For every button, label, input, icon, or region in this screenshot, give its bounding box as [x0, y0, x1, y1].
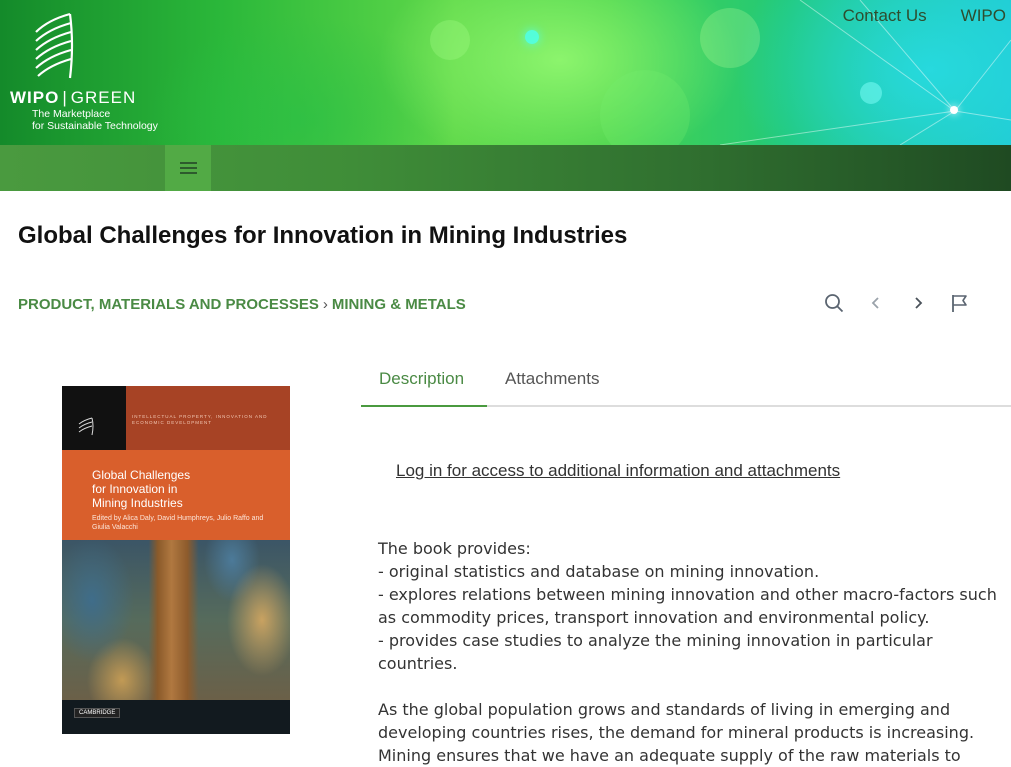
- chevron-left-icon: [871, 297, 879, 309]
- cover-publisher-block: [62, 386, 126, 450]
- description-line: - provides case studies to analyze the m…: [378, 631, 933, 673]
- tagline-line: The Marketplace: [32, 108, 111, 120]
- chevron-right-icon: [915, 297, 923, 309]
- chevron-right-icon: ›: [322, 296, 328, 313]
- description-text: The book provides: - original statistics…: [378, 537, 1008, 767]
- tab-attachments[interactable]: Attachments: [487, 356, 618, 403]
- content-tabs: Description Attachments: [361, 356, 1011, 407]
- next-button[interactable]: [907, 292, 929, 314]
- main-nav-bar: [0, 145, 1011, 191]
- breadcrumb-item-product-materials[interactable]: PRODUCT, MATERIALS AND PROCESSES: [18, 296, 319, 313]
- search-icon: [825, 294, 844, 313]
- wipo-link[interactable]: WIPO: [961, 6, 1006, 26]
- logo-tagline: The Marketplace for Sustainable Technolo…: [32, 108, 202, 132]
- cover-title-line: Mining Industries: [92, 496, 183, 510]
- tab-description[interactable]: Description: [361, 356, 487, 407]
- search-button[interactable]: [823, 292, 845, 314]
- description-line: The book provides:: [378, 539, 531, 558]
- cover-top-band: INTELLECTUAL PROPERTY, INNOVATION AND EC…: [62, 386, 290, 450]
- top-links: Contact Us WIPO: [843, 6, 1006, 26]
- login-link[interactable]: Log in for access to additional informat…: [396, 461, 840, 481]
- description-line: - original statistics and database on mi…: [378, 562, 820, 581]
- breadcrumb: PRODUCT, MATERIALS AND PROCESSES › MININ…: [18, 296, 466, 313]
- wipo-cover-logo-icon: [78, 417, 94, 436]
- tagline-line: for Sustainable Technology: [32, 120, 158, 132]
- toolbar: [823, 292, 971, 314]
- cover-mining-photo: [62, 540, 290, 700]
- cover-series-text: INTELLECTUAL PROPERTY, INNOVATION AND EC…: [132, 414, 268, 425]
- description-paragraph: As the global population grows and stand…: [378, 700, 975, 765]
- description-line: - explores relations between mining inno…: [378, 585, 997, 627]
- cover-bottom-band: CAMBRIDGE: [62, 700, 290, 734]
- cover-editors: Edited by Alica Daly, David Humphreys, J…: [92, 515, 264, 531]
- logo-wordmark: WIPO | GREEN: [10, 88, 137, 107]
- wipo-globe-icon: [35, 12, 74, 79]
- cover-title-line: for Innovation in: [92, 482, 178, 496]
- cover-title: Global Challenges for Innovation in Mini…: [92, 468, 272, 510]
- hamburger-icon: [179, 159, 197, 177]
- breadcrumb-item-mining-metals[interactable]: MINING & METALS: [332, 296, 466, 313]
- cover-publisher: CAMBRIDGE: [74, 708, 121, 718]
- previous-button[interactable]: [865, 292, 887, 314]
- page-title: Global Challenges for Innovation in Mini…: [18, 222, 628, 249]
- flag-icon: [952, 295, 967, 312]
- book-cover-image: INTELLECTUAL PROPERTY, INNOVATION AND EC…: [62, 386, 290, 734]
- menu-button[interactable]: [165, 145, 211, 191]
- flag-button[interactable]: [949, 292, 971, 314]
- header-banner: WIPO | GREEN The Marketplace for Sustainab…: [0, 0, 1011, 145]
- contact-us-link[interactable]: Contact Us: [843, 6, 927, 26]
- wipo-green-logo[interactable]: WIPO | GREEN The Marketplace for Sustainab…: [8, 10, 188, 135]
- logo-word-green: GREEN: [70, 88, 137, 107]
- cover-title-line: Global Challenges: [92, 468, 191, 482]
- logo-word-wipo: WIPO: [10, 88, 60, 107]
